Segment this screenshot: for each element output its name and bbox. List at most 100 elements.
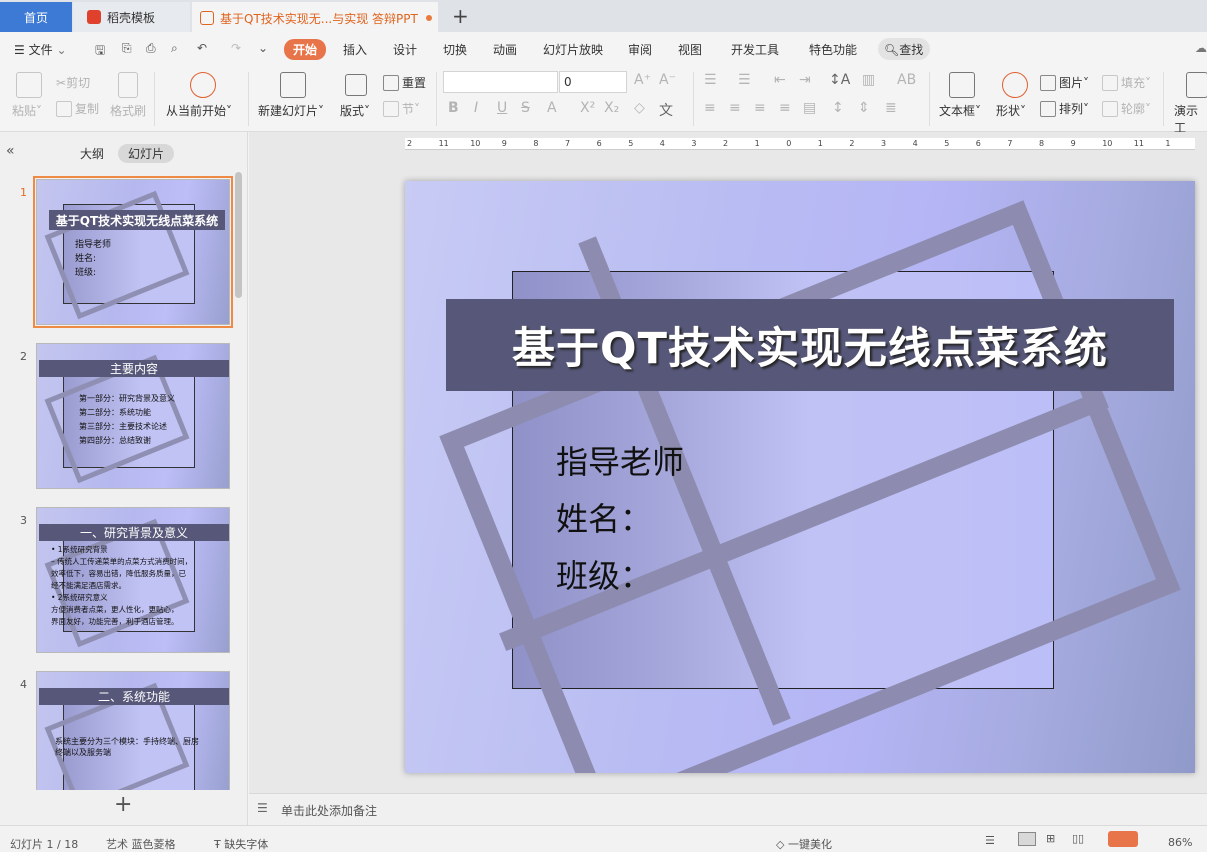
thumbnail-number: 3	[20, 514, 27, 527]
search-button[interactable]: 🔍︎查找	[878, 38, 930, 60]
outdent-icon[interactable]: ⇤	[774, 72, 786, 88]
beautify-button[interactable]: ◇ 一键美化	[776, 836, 832, 852]
thumbnail-line: 第一部分：研究背景及意义	[79, 394, 175, 403]
align-left-icon[interactable]: ≡	[704, 100, 716, 116]
tab-outline[interactable]: 大纲	[80, 145, 104, 162]
menu-dev-tools[interactable]: 开发工具	[731, 41, 779, 58]
justify-icon[interactable]: ≡	[779, 100, 791, 116]
indent-icon[interactable]: ⇥	[799, 72, 811, 88]
from-current-button[interactable]: 从当前开始 ˅	[166, 102, 232, 119]
presentation-tool-button[interactable]: 演示工	[1174, 102, 1207, 136]
redo-icon[interactable]: ↷	[231, 41, 241, 55]
quick-access-chevron-icon[interactable]: ⌄	[258, 41, 268, 55]
smart-art-icon[interactable]: ≣	[885, 100, 897, 116]
reset-label: 重置	[402, 76, 427, 90]
text-box-button[interactable]: 文本框 ˅	[939, 102, 981, 119]
menu-insert[interactable]: 插入	[343, 41, 367, 58]
fill-button[interactable]: 填充 ˅	[1102, 74, 1151, 91]
notes-toggle-icon[interactable]: ☰	[985, 834, 995, 847]
copy-button[interactable]: 复制	[56, 100, 99, 117]
superscript-icon[interactable]: X²	[580, 100, 595, 116]
menu-animation[interactable]: 动画	[493, 41, 517, 58]
menu-review[interactable]: 审阅	[628, 41, 652, 58]
distribute-icon[interactable]: ▤	[803, 100, 816, 116]
slide-thumbnail-4[interactable]: 二、系统功能 系统主要分为三个模块：手持终端、厨房 终端以及服务端	[36, 671, 230, 790]
thumbnail-line: • 1系统研究背景	[51, 545, 108, 554]
undo-icon[interactable]: ↶	[197, 41, 207, 55]
sorter-view-icon[interactable]: ⊞	[1046, 832, 1055, 845]
cut-button[interactable]: ✂ 剪切	[56, 74, 90, 91]
add-slide-plus-icon[interactable]: +	[114, 792, 132, 817]
ruler-tick-label: 6	[596, 139, 602, 148]
new-tab-plus-icon[interactable]: +	[452, 4, 469, 28]
paste-button[interactable]: 粘贴 ˅	[12, 102, 42, 119]
font-color-icon[interactable]: A	[547, 100, 557, 116]
missing-font-button[interactable]: Ŧ 缺失字体	[214, 836, 268, 852]
italic-icon[interactable]: I	[474, 100, 478, 116]
slide-body[interactable]: 指导老师 姓名： 班级：	[556, 434, 684, 605]
tab-document[interactable]: 基于QT技术实现无...与实现 答辩PPT	[192, 2, 438, 32]
current-slide[interactable]: 基于QT技术实现无线点菜系统 指导老师 姓名： 班级：	[405, 181, 1195, 773]
columns-icon[interactable]: ▥	[862, 72, 875, 88]
ruler-tick-label: 3	[691, 139, 697, 148]
numbered-list-icon[interactable]: ☰	[738, 72, 751, 88]
ruler-tick-label: 10	[470, 139, 481, 148]
preview-icon[interactable]: ⌕	[171, 41, 178, 56]
font-size-value: 0	[564, 75, 572, 89]
save-icon[interactable]: 🖫	[95, 41, 105, 62]
tab-template[interactable]: 稻壳模板	[73, 2, 190, 32]
export-icon[interactable]: ⎘	[122, 41, 132, 56]
increase-font-icon[interactable]: A⁺	[634, 72, 651, 88]
menu-transition[interactable]: 切换	[443, 41, 467, 58]
thumbnail-line: – 传统人工传递菜单的点菜方式消费时间，	[51, 557, 193, 566]
picture-button[interactable]: 图片 ˅	[1040, 74, 1089, 91]
menu-view[interactable]: 视图	[678, 41, 702, 58]
notes-area[interactable]: ☰ 单击此处添加备注	[249, 793, 1207, 825]
reset-button[interactable]: 重置	[383, 74, 426, 91]
file-menu[interactable]: ☰ 文件 ⌄	[14, 41, 67, 58]
tab-home[interactable]: 首页	[0, 2, 72, 32]
arrange-button[interactable]: 排列 ˅	[1040, 100, 1089, 117]
normal-view-icon[interactable]	[1018, 832, 1036, 846]
shape-button[interactable]: 形状 ˅	[996, 102, 1026, 119]
section-button[interactable]: 节 ˅	[383, 100, 420, 117]
decrease-font-icon[interactable]: A⁻	[659, 72, 676, 88]
panel-scrollbar[interactable]	[235, 172, 242, 298]
slide-panel: « 大纲 幻灯片 1 基于QT技术实现无线点菜系统 指导老师 姓名: 班级: 2…	[0, 132, 248, 825]
menu-special[interactable]: 特色功能	[809, 41, 857, 58]
strikethrough-icon[interactable]: S	[521, 100, 530, 116]
paragraph-spacing-icon[interactable]: ↕	[832, 100, 844, 116]
slide-thumbnail-1[interactable]: 基于QT技术实现无线点菜系统 指导老师 姓名: 班级:	[33, 176, 233, 328]
subscript-icon[interactable]: X₂	[604, 100, 619, 116]
font-size-combo[interactable]: 0	[559, 71, 627, 93]
zoom-level[interactable]: 86%	[1168, 836, 1192, 849]
menu-design[interactable]: 设计	[393, 41, 417, 58]
cloud-icon[interactable]: ☁	[1195, 41, 1207, 55]
align-center-icon[interactable]: ≡	[729, 100, 741, 116]
thumbnail-line: 经不能满足酒店需求。	[51, 581, 126, 590]
format-painter-button[interactable]: 格式刷	[110, 102, 146, 119]
underline-icon[interactable]: U	[497, 100, 507, 116]
collapse-panel-icon[interactable]: «	[6, 143, 15, 159]
bullet-list-icon[interactable]: ☰	[704, 72, 717, 88]
print-icon[interactable]: ⎙	[146, 41, 156, 56]
bold-icon[interactable]: B	[448, 100, 459, 116]
new-slide-button[interactable]: 新建幻灯片 ˅	[258, 102, 324, 119]
layout-button[interactable]: 版式 ˅	[340, 102, 370, 119]
clear-format-icon[interactable]: ◇	[634, 100, 645, 116]
font-name-combo[interactable]	[443, 71, 558, 93]
slide-title[interactable]: 基于QT技术实现无线点菜系统	[446, 299, 1174, 391]
slide-thumbnail-3[interactable]: 一、研究背景及意义 • 1系统研究背景 – 传统人工传递菜单的点菜方式消费时间，…	[36, 507, 230, 653]
menu-slideshow[interactable]: 幻灯片放映	[543, 41, 603, 58]
outline-button[interactable]: 轮廓 ˅	[1102, 100, 1151, 117]
line-spacing-icon[interactable]: ↕A	[829, 72, 850, 88]
slide-thumbnail-2[interactable]: 主要内容 第一部分：研究背景及意义 第二部分：系统功能 第三部分：主要技术论述 …	[36, 343, 230, 489]
menu-start[interactable]: 开始	[284, 39, 327, 60]
hamburger-icon: ☰	[14, 43, 25, 57]
align-right-icon[interactable]: ≡	[754, 100, 766, 116]
phonetic-icon[interactable]: 文	[659, 100, 673, 120]
reading-view-icon[interactable]: ▯▯	[1072, 832, 1084, 845]
tab-slides[interactable]: 幻灯片	[118, 144, 175, 163]
vertical-align-icon[interactable]: ⇕	[858, 100, 870, 116]
text-direction-icon[interactable]: AB	[897, 72, 916, 88]
